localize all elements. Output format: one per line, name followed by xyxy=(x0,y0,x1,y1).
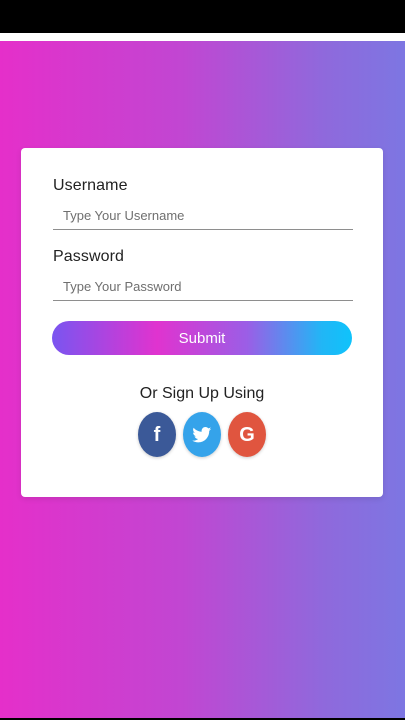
top-divider xyxy=(0,33,405,41)
google-icon: G xyxy=(239,423,255,446)
twitter-button[interactable] xyxy=(183,412,221,457)
username-label: Username xyxy=(53,177,128,194)
submit-button[interactable]: Submit xyxy=(52,321,352,355)
twitter-icon xyxy=(192,426,212,442)
top-letterbox xyxy=(0,0,405,33)
google-button[interactable]: G xyxy=(228,412,266,457)
facebook-icon: f xyxy=(153,423,161,446)
login-card: Username Password Submit Or Sign Up Usin… xyxy=(21,148,383,497)
password-label: Password xyxy=(53,248,125,265)
password-input[interactable] xyxy=(53,273,353,301)
facebook-button[interactable]: f xyxy=(138,412,176,457)
signup-heading: Or Sign Up Using xyxy=(139,385,265,402)
username-input[interactable] xyxy=(53,202,353,230)
